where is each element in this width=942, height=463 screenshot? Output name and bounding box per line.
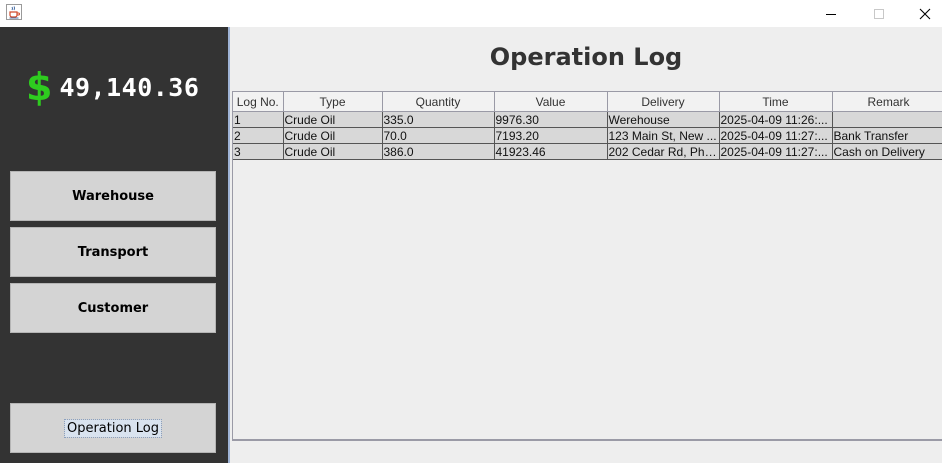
table-row[interactable]: 3 Crude Oil 386.0 41923.46 202 Cedar Rd,…: [233, 143, 942, 160]
table-header-row: Log No. Type Quantity Value Delivery Tim…: [233, 92, 942, 112]
cell-value[interactable]: 7193.20: [494, 127, 608, 144]
customer-button[interactable]: Customer: [10, 283, 216, 333]
maximize-button[interactable]: [856, 0, 902, 27]
column-header-value[interactable]: Value: [494, 92, 608, 112]
cell-value[interactable]: 41923.46: [494, 143, 608, 160]
title-bar: [0, 0, 942, 27]
cell-time[interactable]: 2025-04-09 11:26:...: [719, 111, 833, 128]
cell-delivery[interactable]: 123 Main St, New ...: [607, 127, 720, 144]
column-header-time[interactable]: Time: [719, 92, 833, 112]
cell-quantity[interactable]: 386.0: [382, 143, 495, 160]
cell-type[interactable]: Crude Oil: [283, 127, 383, 144]
maximize-icon: [874, 8, 884, 19]
main-panel: Operation Log Log No. Type Quantity Valu…: [230, 27, 942, 463]
cell-time[interactable]: 2025-04-09 11:27:...: [719, 127, 833, 144]
close-button[interactable]: [902, 0, 942, 27]
transport-button[interactable]: Transport: [10, 227, 216, 277]
column-header-log-no[interactable]: Log No.: [233, 92, 284, 112]
sidebar: $ 49,140.36 Warehouse Transport Customer…: [0, 27, 228, 463]
minimize-button[interactable]: [808, 0, 854, 27]
table-row[interactable]: 2 Crude Oil 70.0 7193.20 123 Main St, Ne…: [233, 127, 942, 144]
minimize-icon: [826, 13, 836, 15]
cell-log-no[interactable]: 2: [233, 127, 284, 144]
operation-log-label: Operation Log: [63, 418, 163, 438]
cell-delivery[interactable]: 202 Cedar Rd, Pho...: [607, 143, 720, 160]
java-coffee-cup-icon: [6, 4, 22, 20]
column-header-remark[interactable]: Remark: [832, 92, 942, 112]
cell-remark[interactable]: [832, 111, 942, 128]
cell-time[interactable]: 2025-04-09 11:27:...: [719, 143, 833, 160]
balance-amount: 49,140.36: [59, 72, 200, 102]
column-header-quantity[interactable]: Quantity: [382, 92, 495, 112]
balance-display: $ 49,140.36: [26, 67, 199, 107]
close-icon: [919, 8, 931, 19]
cell-quantity[interactable]: 70.0: [382, 127, 495, 144]
cell-remark[interactable]: Bank Transfer: [832, 127, 942, 144]
table-bottom-border: [232, 440, 942, 441]
operation-log-table[interactable]: Log No. Type Quantity Value Delivery Tim…: [232, 91, 942, 440]
column-header-delivery[interactable]: Delivery: [607, 92, 720, 112]
column-header-type[interactable]: Type: [283, 92, 383, 112]
cell-remark[interactable]: Cash on Delivery: [832, 143, 942, 160]
table-row[interactable]: 1 Crude Oil 335.0 9976.30 Werehouse 2025…: [233, 111, 942, 128]
cell-log-no[interactable]: 3: [233, 143, 284, 160]
dollar-icon: $: [26, 65, 53, 109]
cell-value[interactable]: 9976.30: [494, 111, 608, 128]
cell-type[interactable]: Crude Oil: [283, 111, 383, 128]
cell-delivery[interactable]: Werehouse: [607, 111, 720, 128]
operation-log-button[interactable]: Operation Log: [10, 403, 216, 453]
cell-log-no[interactable]: 1: [233, 111, 284, 128]
warehouse-button[interactable]: Warehouse: [10, 171, 216, 221]
cell-quantity[interactable]: 335.0: [382, 111, 495, 128]
page-title: Operation Log: [489, 43, 683, 71]
cell-type[interactable]: Crude Oil: [283, 143, 383, 160]
